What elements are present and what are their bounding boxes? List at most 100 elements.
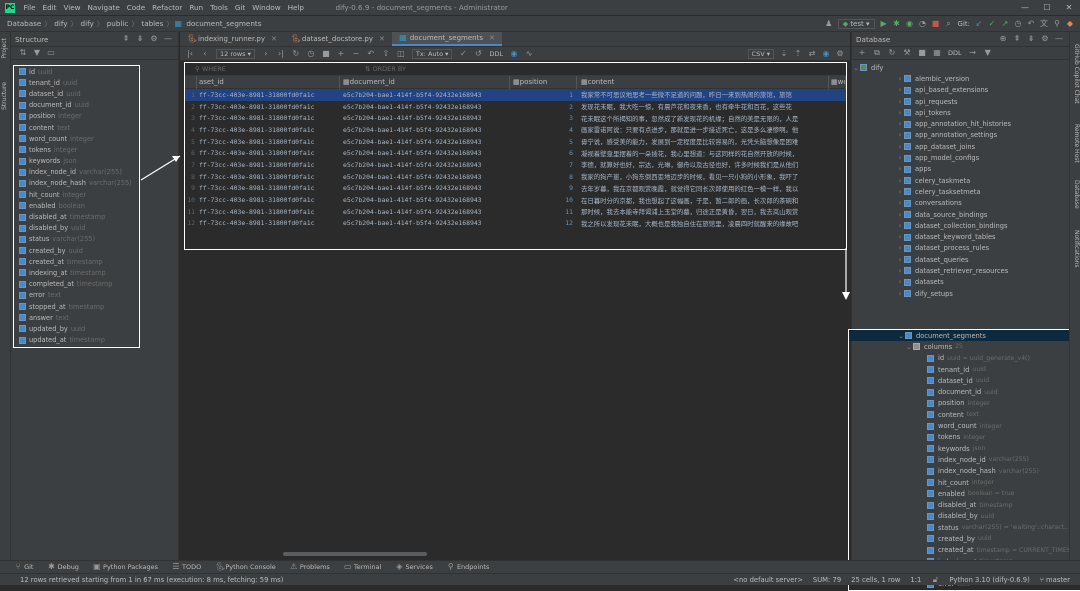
structure-column-item[interactable]: indexing_at timestamp	[14, 267, 139, 278]
structure-column-item[interactable]: id uuid	[14, 66, 139, 77]
tree-table-item[interactable]: › app_annotation_settings	[852, 130, 1069, 141]
table-row[interactable]: 6 ff-73cc-403e-8981-31800fd0fa1c e5c7b204-…	[185, 147, 846, 159]
tree-column-item[interactable]: enabled boolean = true	[849, 488, 1080, 499]
editor-tab[interactable]: 🐍︎ dataset_docstore.py ✕	[284, 32, 392, 46]
server-indicator[interactable]: <no default server>	[733, 576, 803, 584]
add-icon[interactable]: +	[858, 49, 866, 57]
tree-table-item[interactable]: › app_annotation_hit_histories	[852, 118, 1069, 129]
eye-icon[interactable]: ◉	[510, 49, 518, 58]
git-branch[interactable]: ⑂ master	[1040, 576, 1070, 584]
cell-position[interactable]: 2	[510, 103, 577, 111]
cell-position[interactable]: 6	[510, 149, 577, 157]
tree-table-selected[interactable]: ⌄ document_segments	[849, 330, 1080, 342]
cell-position[interactable]: 1	[510, 91, 577, 99]
view-icon[interactable]: ◉	[822, 49, 830, 58]
tree-column-item[interactable]: dataset_id uuid	[849, 375, 1080, 386]
run-icon[interactable]: ▶	[880, 19, 888, 28]
export-icon[interactable]: ⇣	[780, 49, 788, 58]
next-page-icon[interactable]: ›	[262, 49, 270, 58]
cell-dataset-id[interactable]: ff-73cc-403e-8981-31800fd0fa1c	[197, 173, 340, 181]
cell-content[interactable]: 毋宁说，感受美的能力，发展到一定程度是比较容易的，光凭头脑想像是困难	[577, 137, 829, 146]
cell-document-id[interactable]: e5c7b204-bae1-414f-b5f4-92432e168943	[340, 208, 510, 216]
cell-document-id[interactable]: e5c7b204-bae1-414f-b5f4-92432e168943	[340, 219, 510, 227]
ddl-button[interactable]: DDL	[948, 49, 962, 57]
cell-dataset-id[interactable]: ff-73cc-403e-8981-31800fd0fa1c	[197, 149, 340, 157]
close-icon[interactable]: ✕	[1058, 3, 1080, 12]
jump-icon[interactable]: →	[969, 49, 977, 57]
table-row[interactable]: 4 ff-73cc-403e-8981-31800fd0fa1c e5c7b204-…	[185, 124, 846, 136]
column-header-dataset-id[interactable]: aset_id	[197, 75, 340, 89]
structure-column-item[interactable]: word_count integer	[14, 133, 139, 144]
cell-dataset-id[interactable]: ff-73cc-403e-8981-31800fd0fa1c	[197, 138, 340, 146]
settings-search-icon[interactable]: ⚲	[1053, 19, 1061, 28]
minimize-panel-icon[interactable]: —	[1055, 35, 1063, 43]
notifications-tool-tab[interactable]: Notifications	[1071, 230, 1080, 268]
table-row[interactable]: 5 ff-73cc-403e-8981-31800fd0fa1c e5c7b204-…	[185, 136, 846, 148]
tree-column-item[interactable]: disabled_by uuid	[849, 511, 1080, 522]
structure-column-item[interactable]: disabled_at timestamp	[14, 211, 139, 222]
tree-column-item[interactable]: content text	[849, 409, 1080, 420]
structure-column-item[interactable]: updated_by uuid	[14, 323, 139, 334]
debug-icon[interactable]: ✱	[893, 19, 901, 28]
bottom-tab-services[interactable]: ◈ Services	[395, 563, 433, 572]
structure-column-item[interactable]: disabled_by uuid	[14, 223, 139, 234]
revert-icon[interactable]: ↶	[367, 49, 375, 58]
close-tab-icon[interactable]: ✕	[271, 35, 277, 43]
cell-document-id[interactable]: e5c7b204-bae1-414f-b5f4-92432e168943	[340, 173, 510, 181]
bottom-tab-python-packages[interactable]: ▣ Python Packages	[93, 563, 158, 572]
coverage-icon[interactable]: ◉	[906, 19, 914, 28]
tree-column-item[interactable]: status varchar(255) = 'waiting'::charact.…	[849, 522, 1080, 533]
caret-position[interactable]: 1:1	[910, 576, 921, 584]
cell-document-id[interactable]: e5c7b204-bae1-414f-b5f4-92432e168943	[340, 184, 510, 192]
cell-dataset-id[interactable]: ff-73cc-403e-8981-31800fd0fa1c	[197, 196, 340, 204]
table-row[interactable]: 3 ff-73cc-403e-8981-31800fd0fa1c e5c7b204-…	[185, 112, 846, 124]
cell-position[interactable]: 12	[510, 219, 577, 227]
menu-run[interactable]: Run	[186, 3, 207, 12]
tree-column-item[interactable]: created_at timestamp = CURRENT_TIMEST	[849, 545, 1080, 556]
import-icon[interactable]: ⇡	[794, 49, 802, 58]
profile-icon[interactable]: ◔	[919, 19, 927, 28]
bottom-tab-debug[interactable]: ✱ Debug	[47, 563, 79, 572]
structure-column-item[interactable]: keywords json	[14, 156, 139, 167]
expand-icon[interactable]: ⇟	[1027, 35, 1035, 43]
tree-column-item[interactable]: tenant_id uuid	[849, 364, 1080, 375]
database-tool-tab[interactable]: Database	[1071, 180, 1080, 209]
structure-column-item[interactable]: position integer	[14, 111, 139, 122]
remove-row-icon[interactable]: −	[352, 49, 360, 58]
filter-icon[interactable]: ▼	[33, 49, 41, 57]
export-format-select[interactable]: CSV ▾	[747, 48, 774, 59]
tx-mode-select[interactable]: Tx: Auto ▾	[411, 48, 453, 59]
cell-dataset-id[interactable]: ff-73cc-403e-8981-31800fd0fa1c	[197, 103, 340, 111]
table-row[interactable]: 8 ff-73cc-403e-8981-31800fd0fa1c e5c7b204-…	[185, 171, 846, 183]
history-icon[interactable]: ◷	[307, 49, 315, 58]
cell-document-id[interactable]: e5c7b204-bae1-414f-b5f4-92432e168943	[340, 138, 510, 146]
structure-column-item[interactable]: error text	[14, 290, 139, 301]
cell-position[interactable]: 5	[510, 138, 577, 146]
cell-position[interactable]: 8	[510, 173, 577, 181]
search-everywhere-icon[interactable]: ⌕	[945, 19, 953, 28]
breadcrumb-item[interactable]: dify	[79, 19, 96, 28]
git-rollback-icon[interactable]: ↶	[1027, 19, 1035, 28]
user-icon[interactable]: ♟	[825, 19, 833, 28]
tree-table-item[interactable]: › app_model_configs	[852, 152, 1069, 163]
cell-content[interactable]: 李德，就算好也好，宗达，光琳，御舟以及古径也好，许多时候我们是从他们	[577, 160, 829, 169]
cell-content[interactable]: 凝视着壁龛里摆着的一朵插花，我心里想道：与这同样的花自然开放的时候，	[577, 149, 829, 158]
tree-table-item[interactable]: › dataset_retriever_resources	[852, 265, 1069, 276]
cell-position[interactable]: 9	[510, 184, 577, 192]
cell-content[interactable]: 去年岁暮，我在京都观赏晚霞，就觉得它同长次郎使用的红色一模一样，我以	[577, 184, 829, 193]
tree-table-item[interactable]: › apps	[852, 164, 1069, 175]
gear-icon[interactable]: ⚙	[150, 35, 158, 43]
ddl-button[interactable]: DDL	[489, 50, 503, 58]
column-header-content[interactable]: ▦ content	[577, 75, 829, 89]
tree-column-item[interactable]: keywords json	[849, 443, 1080, 454]
copy-icon[interactable]: ⧉	[873, 49, 881, 57]
tree-column-item[interactable]: created_by uuid	[849, 533, 1080, 544]
check-icon[interactable]: ✓	[459, 49, 467, 58]
cell-content[interactable]: 发现花未眠，我大吃一惊，有晨芦花和夜来香，也有牵牛花和百花，这些花	[577, 102, 829, 111]
tree-table-item[interactable]: › app_dataset_joins	[852, 141, 1069, 152]
menu-file[interactable]: File	[20, 3, 39, 12]
horizontal-scrollbar[interactable]	[283, 552, 427, 556]
filter-icon[interactable]: ▼	[984, 49, 992, 57]
bottom-tab-terminal[interactable]: ▭ Terminal	[344, 563, 381, 572]
editor-tab[interactable]: 🐍︎ indexing_runner.py ✕	[180, 32, 284, 46]
